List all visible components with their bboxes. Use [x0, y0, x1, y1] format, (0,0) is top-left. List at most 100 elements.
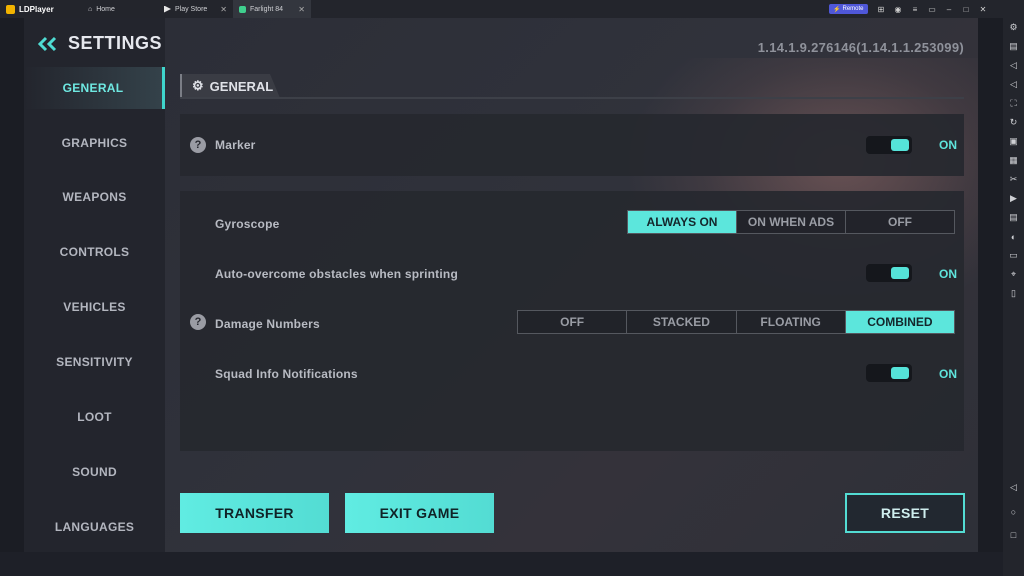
- squad-info-label: Squad Info Notifications: [215, 367, 358, 381]
- nav-label: LANGUAGES: [54, 520, 135, 534]
- tab-farlight[interactable]: Farlight 84 ✕: [233, 0, 311, 18]
- sync-icon[interactable]: ↻: [1008, 117, 1019, 128]
- folder-icon[interactable]: ▭: [1008, 250, 1019, 261]
- play-store-icon: [164, 5, 171, 13]
- marker-toggle[interactable]: [866, 136, 912, 154]
- home-circle-icon[interactable]: ○: [1008, 506, 1019, 517]
- exit-game-button[interactable]: EXIT GAME: [345, 493, 494, 533]
- volume-down-icon[interactable]: ◁: [1008, 79, 1019, 90]
- shake-icon[interactable]: ▯: [1008, 288, 1019, 299]
- tab-farlight-label: Farlight 84: [250, 5, 284, 13]
- nav-graphics[interactable]: GRAPHICS: [24, 122, 165, 164]
- record-icon[interactable]: ▶: [1008, 193, 1019, 204]
- back-chevrons-icon[interactable]: [36, 36, 60, 52]
- location-icon[interactable]: ⌖: [1008, 269, 1019, 280]
- recents-icon[interactable]: □: [1008, 529, 1019, 540]
- nav-vehicles[interactable]: VEHICLES: [24, 286, 165, 328]
- auto-overcome-toggle[interactable]: [866, 264, 912, 282]
- settings-gear-icon[interactable]: ⚙: [1008, 22, 1019, 33]
- options-panel: Gyroscope ALWAYS ON ON WHEN ADS OFF Auto…: [180, 191, 964, 451]
- marker-panel: ? Marker ON: [180, 114, 964, 176]
- nav-sensitivity[interactable]: SENSITIVITY: [24, 341, 165, 383]
- damage-numbers-selector: OFF STACKED FLOATING COMBINED: [517, 310, 955, 334]
- damage-numbers-label: Damage Numbers: [215, 317, 320, 331]
- help-icon[interactable]: ?: [190, 137, 206, 153]
- emulator-titlebar: LDPlayer ⌂ Home Play Store ✕ Farlight 84…: [0, 0, 1024, 18]
- ldplayer-logo-icon: [6, 4, 15, 14]
- home-icon: ⌂: [88, 5, 93, 13]
- transfer-button[interactable]: TRANSFER: [180, 493, 329, 533]
- section-title: GENERAL: [209, 78, 274, 94]
- maximize-icon[interactable]: □: [961, 4, 971, 14]
- damage-option-stacked[interactable]: STACKED: [627, 311, 737, 333]
- gyroscope-selector: ALWAYS ON ON WHEN ADS OFF: [627, 210, 955, 234]
- game-screen: SETTINGS GENERAL GRAPHICS WEAPONS CONTRO…: [24, 18, 978, 552]
- nav-label: CONTROLS: [59, 245, 130, 259]
- remote-label: Remote: [842, 6, 864, 12]
- tab-home-label: Home: [96, 5, 115, 13]
- section-header: ⚙ GENERAL: [180, 74, 280, 98]
- nav-loot[interactable]: LOOT: [24, 396, 165, 438]
- nav-label: SOUND: [72, 465, 117, 479]
- emulator-bottom-bar: [0, 552, 1003, 576]
- nav-label: GRAPHICS: [61, 136, 128, 150]
- window-icon[interactable]: ▭: [927, 4, 937, 14]
- ldplayer-brand: LDPlayer: [0, 4, 80, 14]
- toggle-knob: [891, 367, 909, 379]
- tab-play-store[interactable]: Play Store ✕: [158, 0, 233, 18]
- gyroscope-option-on-when-ads[interactable]: ON WHEN ADS: [737, 211, 846, 233]
- gamepad-icon[interactable]: ⊞: [876, 4, 886, 14]
- nav-general[interactable]: GENERAL: [24, 67, 165, 109]
- multi-instance-icon[interactable]: ◐: [1008, 231, 1019, 242]
- tab-play-store-label: Play Store: [175, 5, 208, 13]
- settings-nav: SETTINGS GENERAL GRAPHICS WEAPONS CONTRO…: [24, 18, 165, 552]
- auto-overcome-state: ON: [939, 267, 957, 281]
- close-tab-icon[interactable]: ✕: [220, 5, 227, 14]
- nav-sound[interactable]: SOUND: [24, 451, 165, 493]
- minimize-icon[interactable]: –: [944, 4, 954, 14]
- settings-title-text: SETTINGS: [68, 33, 163, 53]
- macro-icon[interactable]: ▤: [1008, 212, 1019, 223]
- scissors-icon[interactable]: ✂: [1008, 174, 1019, 185]
- gyroscope-label: Gyroscope: [215, 217, 280, 231]
- nav-label: WEAPONS: [62, 190, 127, 204]
- damage-option-combined[interactable]: COMBINED: [845, 311, 954, 333]
- nav-languages[interactable]: LANGUAGES: [24, 506, 165, 548]
- nav-label: VEHICLES: [63, 300, 126, 314]
- close-tab-icon[interactable]: ✕: [298, 5, 305, 14]
- squad-info-state: ON: [939, 367, 957, 381]
- toggle-knob: [891, 139, 909, 151]
- nav-weapons[interactable]: WEAPONS: [24, 176, 165, 218]
- nav-controls[interactable]: CONTROLS: [24, 231, 165, 273]
- marker-state: ON: [939, 138, 957, 152]
- farlight-app-icon: [239, 5, 246, 13]
- gyroscope-option-off[interactable]: OFF: [846, 211, 954, 233]
- nav-label: GENERAL: [62, 81, 124, 95]
- fullscreen-icon[interactable]: ⛶: [1008, 98, 1019, 109]
- remote-button[interactable]: ⚡ Remote: [829, 4, 868, 14]
- auto-overcome-label: Auto-overcome obstacles when sprinting: [215, 267, 458, 281]
- lightning-icon: ⚡: [833, 6, 841, 13]
- menu-icon[interactable]: ≡: [910, 4, 920, 14]
- reset-button[interactable]: RESET: [845, 493, 965, 533]
- marker-label: Marker: [215, 138, 256, 152]
- damage-option-floating[interactable]: FLOATING: [736, 311, 846, 333]
- toggle-knob: [891, 267, 909, 279]
- back-icon[interactable]: ◁: [1008, 482, 1019, 493]
- damage-option-off[interactable]: OFF: [518, 311, 628, 333]
- squad-info-toggle[interactable]: [866, 364, 912, 382]
- gear-icon: ⚙: [192, 78, 204, 93]
- keyboard-icon[interactable]: ▤: [1008, 41, 1019, 52]
- tab-home[interactable]: ⌂ Home: [80, 0, 158, 18]
- version-label: 1.14.1.9.276146(1.14.1.1.253099): [757, 40, 964, 55]
- nav-label: LOOT: [77, 410, 112, 424]
- install-apk-icon[interactable]: ▣: [1008, 136, 1019, 147]
- volume-up-icon[interactable]: ◁: [1008, 60, 1019, 71]
- section-divider: [180, 97, 964, 99]
- help-icon[interactable]: ?: [190, 314, 206, 330]
- account-icon[interactable]: ◉: [893, 4, 903, 14]
- gyroscope-option-always-on[interactable]: ALWAYS ON: [628, 211, 737, 233]
- brand-label: LDPlayer: [19, 4, 54, 14]
- close-window-icon[interactable]: ✕: [978, 4, 988, 14]
- screenshot-icon[interactable]: ▦: [1008, 155, 1019, 166]
